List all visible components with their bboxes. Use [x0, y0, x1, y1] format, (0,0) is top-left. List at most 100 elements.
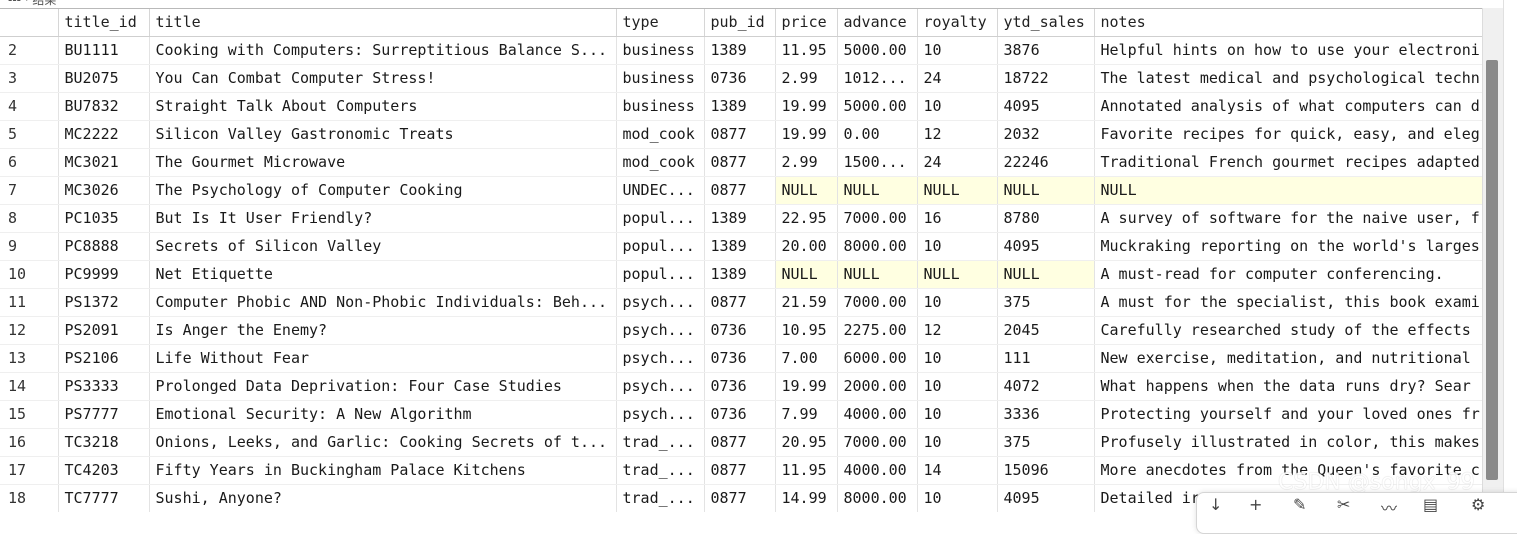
- draw-icon[interactable]: 〰: [1381, 495, 1397, 519]
- type-cell[interactable]: mod_cook: [616, 148, 705, 177]
- table-row[interactable]: 15 PS7777 Emotional Security: A New Algori…: [0, 400, 1482, 429]
- row-number-cell[interactable]: 14: [0, 372, 59, 401]
- title-cell[interactable]: The Psychology of Computer Cooking: [149, 176, 617, 205]
- notes-cell[interactable]: Profusely illustrated in color, this mak…: [1094, 428, 1482, 457]
- royalty-cell[interactable]: 10: [917, 232, 998, 261]
- row-number-cell[interactable]: 4: [0, 92, 59, 121]
- column-header-notes[interactable]: notes: [1094, 9, 1482, 37]
- ytd-sales-cell[interactable]: NULL: [997, 176, 1095, 205]
- title-id-cell[interactable]: PS3333: [58, 372, 150, 401]
- royalty-cell[interactable]: 10: [917, 288, 998, 317]
- table-row[interactable]: 2 BU1111 Cooking with Computers: Surreptit…: [0, 36, 1482, 65]
- pub-id-cell[interactable]: 0736: [704, 316, 776, 345]
- ytd-sales-cell[interactable]: 375: [997, 428, 1095, 457]
- type-cell[interactable]: trad_...: [616, 428, 705, 457]
- notes-cell[interactable]: A must-read for computer conferencing.: [1094, 260, 1482, 289]
- type-cell[interactable]: trad_...: [616, 456, 705, 485]
- royalty-cell[interactable]: NULL: [917, 260, 998, 289]
- table-row[interactable]: 11 PS1372 Computer Phobic AND Non-Phobic I…: [0, 288, 1482, 317]
- title-cell[interactable]: You Can Combat Computer Stress!: [149, 64, 617, 93]
- title-id-cell[interactable]: TC4203: [58, 456, 150, 485]
- title-cell[interactable]: Secrets of Silicon Valley: [149, 232, 617, 261]
- title-cell[interactable]: Net Etiquette: [149, 260, 617, 289]
- price-cell[interactable]: 20.00: [775, 232, 838, 261]
- royalty-cell[interactable]: 10: [917, 372, 998, 401]
- title-id-cell[interactable]: TC3218: [58, 428, 150, 457]
- type-cell[interactable]: trad_...: [616, 484, 705, 512]
- pub-id-cell[interactable]: 0736: [704, 344, 776, 373]
- advance-cell[interactable]: 2000.00: [837, 372, 918, 401]
- notes-cell[interactable]: Protecting yourself and your loved ones …: [1094, 400, 1482, 429]
- ytd-sales-cell[interactable]: 18722: [997, 64, 1095, 93]
- pub-id-cell[interactable]: 1389: [704, 36, 776, 65]
- pub-id-cell[interactable]: 1389: [704, 260, 776, 289]
- price-cell[interactable]: 2.99: [775, 64, 838, 93]
- title-id-cell[interactable]: PC8888: [58, 232, 150, 261]
- title-id-cell[interactable]: PC1035: [58, 204, 150, 233]
- pub-id-cell[interactable]: 0877: [704, 484, 776, 512]
- notes-cell[interactable]: Traditional French gourmet recipes adapt…: [1094, 148, 1482, 177]
- table-row[interactable]: 7 MC3026 The Psychology of Computer Cookin…: [0, 176, 1482, 205]
- ytd-sales-cell[interactable]: 8780: [997, 204, 1095, 233]
- type-cell[interactable]: mod_cook: [616, 120, 705, 149]
- title-cell[interactable]: Silicon Valley Gastronomic Treats: [149, 120, 617, 149]
- type-cell[interactable]: business: [616, 36, 705, 65]
- ytd-sales-cell[interactable]: 4072: [997, 372, 1095, 401]
- pub-id-cell[interactable]: 1389: [704, 232, 776, 261]
- type-cell[interactable]: psych...: [616, 372, 705, 401]
- type-cell[interactable]: psych...: [616, 400, 705, 429]
- advance-cell[interactable]: NULL: [837, 176, 918, 205]
- type-cell[interactable]: business: [616, 92, 705, 121]
- row-number-cell[interactable]: 2: [0, 36, 59, 65]
- advance-cell[interactable]: 5000.00: [837, 36, 918, 65]
- royalty-cell[interactable]: 12: [917, 316, 998, 345]
- advance-cell[interactable]: 6000.00: [837, 344, 918, 373]
- advance-cell[interactable]: 1012...: [837, 64, 918, 93]
- advance-cell[interactable]: 5000.00: [837, 92, 918, 121]
- price-cell[interactable]: 11.95: [775, 456, 838, 485]
- notes-cell[interactable]: The latest medical and psychological tec…: [1094, 64, 1482, 93]
- row-number-header[interactable]: [0, 9, 59, 37]
- advance-cell[interactable]: 7000.00: [837, 204, 918, 233]
- ytd-sales-cell[interactable]: 4095: [997, 484, 1095, 512]
- row-number-cell[interactable]: 3: [0, 64, 59, 93]
- title-id-cell[interactable]: MC3021: [58, 148, 150, 177]
- type-cell[interactable]: psych...: [616, 316, 705, 345]
- ytd-sales-cell[interactable]: 22246: [997, 148, 1095, 177]
- royalty-cell[interactable]: NULL: [917, 176, 998, 205]
- advance-cell[interactable]: 0.00: [837, 120, 918, 149]
- type-cell[interactable]: psych...: [616, 344, 705, 373]
- price-cell[interactable]: 2.99: [775, 148, 838, 177]
- advance-cell[interactable]: NULL: [837, 260, 918, 289]
- row-number-cell[interactable]: 7: [0, 176, 59, 205]
- price-cell[interactable]: 21.59: [775, 288, 838, 317]
- table-row[interactable]: 10 PC9999 Net Etiquette popul... 1389 NULL NUL…: [0, 260, 1482, 289]
- advance-cell[interactable]: 4000.00: [837, 400, 918, 429]
- ytd-sales-cell[interactable]: 3336: [997, 400, 1095, 429]
- notes-cell[interactable]: What happens when the data runs dry? Sea…: [1094, 372, 1482, 401]
- row-number-cell[interactable]: 10: [0, 260, 59, 289]
- title-cell[interactable]: Is Anger the Enemy?: [149, 316, 617, 345]
- ytd-sales-cell[interactable]: 2032: [997, 120, 1095, 149]
- title-id-cell[interactable]: BU1111: [58, 36, 150, 65]
- type-cell[interactable]: business: [616, 64, 705, 93]
- plus-icon[interactable]: +: [1249, 495, 1262, 514]
- arrow-down-icon[interactable]: ↓: [1209, 495, 1222, 514]
- title-cell[interactable]: Sushi, Anyone?: [149, 484, 617, 512]
- price-cell[interactable]: 7.00: [775, 344, 838, 373]
- ytd-sales-cell[interactable]: 4095: [997, 92, 1095, 121]
- table-row[interactable]: 17 TC4203 Fifty Years in Buckingham Palace…: [0, 456, 1482, 485]
- ytd-sales-cell[interactable]: 4095: [997, 232, 1095, 261]
- table-row[interactable]: 5 MC2222 Silicon Valley Gastronomic Treats…: [0, 120, 1482, 149]
- column-header-pub-id[interactable]: pub_id: [704, 9, 776, 37]
- price-cell[interactable]: 19.99: [775, 372, 838, 401]
- title-id-cell[interactable]: TC7777: [58, 484, 150, 512]
- pub-id-cell[interactable]: 0877: [704, 176, 776, 205]
- title-id-cell[interactable]: PS2091: [58, 316, 150, 345]
- column-header-royalty[interactable]: royalty: [917, 9, 998, 37]
- column-header-price[interactable]: price: [775, 9, 838, 37]
- title-id-cell[interactable]: PS7777: [58, 400, 150, 429]
- ytd-sales-cell[interactable]: 111: [997, 344, 1095, 373]
- column-header-title[interactable]: title: [149, 9, 617, 37]
- row-number-cell[interactable]: 16: [0, 428, 59, 457]
